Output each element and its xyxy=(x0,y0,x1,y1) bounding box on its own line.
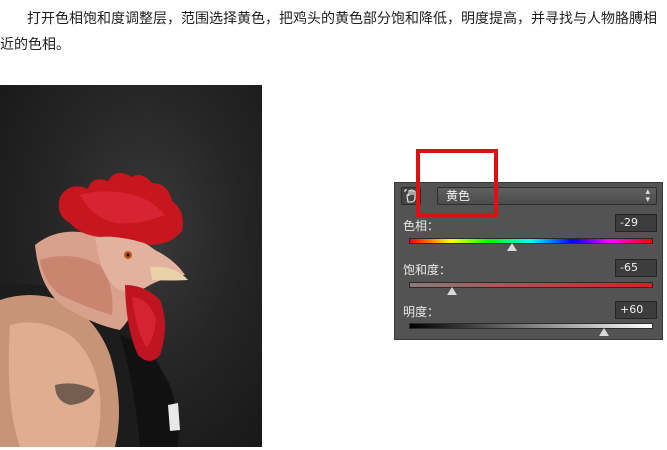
lightness-slider-thumb[interactable] xyxy=(598,328,609,336)
up-down-arrows-icon: ▴ ▾ xyxy=(645,187,650,205)
range-select-highlight-frame xyxy=(416,149,498,217)
lightness-slider-track[interactable] xyxy=(409,323,653,329)
rooster-man-photo xyxy=(0,85,262,447)
hue-label: 色相： xyxy=(403,219,440,233)
lightness-value-field[interactable]: +60 xyxy=(615,301,657,319)
saturation-label: 饱和度： xyxy=(403,263,452,277)
hue-value-field[interactable]: -29 xyxy=(615,214,657,232)
saturation-slider-thumb[interactable] xyxy=(447,287,458,295)
instruction-text: 打开色相饱和度调整层，范围选择黄色，把鸡头的黄色部分饱和降低，明度提高，并寻找与… xyxy=(0,11,657,53)
photo-illustration xyxy=(0,172,188,447)
saturation-value-field[interactable]: -65 xyxy=(615,259,657,277)
lightness-label: 明度： xyxy=(403,305,440,319)
hue-slider-track[interactable] xyxy=(409,238,653,244)
hue-slider-thumb[interactable] xyxy=(506,243,517,251)
saturation-slider-track[interactable] xyxy=(409,282,653,288)
